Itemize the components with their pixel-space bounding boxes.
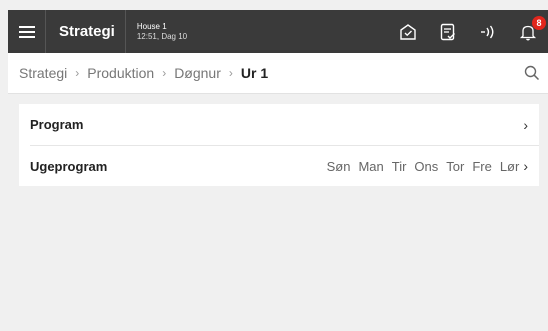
notifications-button[interactable]: 8 [508,10,548,53]
list-item-program[interactable]: Program › [19,104,539,145]
weekprogram-label: Ugeprogram [30,158,108,174]
breadcrumb-item-produktion[interactable]: Produktion [87,65,154,81]
app-title: Strategi [46,10,126,53]
chevron-right-icon: › [228,66,233,80]
settings-list: Program › Ugeprogram Søn Man Tir Ons Tor… [19,104,539,186]
document-check-icon [440,23,455,40]
day-label: Ons [414,158,439,174]
notification-badge: 8 [532,16,546,30]
app-frame: Strategi House 1 12:51, Dag 10 8 Strateg… [8,10,548,331]
top-icons: 8 [388,10,548,53]
house-status-button[interactable] [388,10,428,53]
weekdays: Søn Man Tir Ons Tor Fre Lør [327,159,520,174]
day-label: Man [358,158,384,174]
breadcrumb-current: Ur 1 [240,65,269,81]
house-info[interactable]: House 1 12:51, Dag 10 [126,22,187,42]
breadcrumb-item-strategi[interactable]: Strategi [19,65,67,81]
menu-button[interactable] [8,10,46,53]
house-name: House 1 [136,21,167,31]
day-label: Tor [446,158,465,174]
breadcrumb: Strategi › Produktion › Døgnur › Ur 1 [8,53,548,94]
day-label: Søn [326,158,351,174]
house-time: 12:51, Dag 10 [136,31,188,41]
menu-icon [18,25,35,38]
chevron-right-icon: › [523,116,528,133]
breadcrumb-item-dognur[interactable]: Døgnur [174,65,221,81]
day-label: Tir [391,158,407,174]
chevron-right-icon: › [523,158,528,174]
report-button[interactable] [428,10,468,53]
search-button[interactable] [524,65,540,86]
program-label: Program [30,117,84,132]
house-check-icon [400,23,416,40]
search-icon [524,65,540,81]
day-label: Lør [499,158,520,174]
breadcrumb-items: Strategi › Produktion › Døgnur › Ur 1 [8,65,268,81]
top-bar: Strategi House 1 12:51, Dag 10 8 [8,10,548,53]
signal-waves-icon [481,25,494,38]
list-item-weekprogram[interactable]: Ugeprogram Søn Man Tir Ons Tor Fre Lør › [30,145,539,186]
signal-button[interactable] [468,10,508,53]
chevron-right-icon: › [75,66,80,80]
chevron-right-icon: › [162,66,167,80]
day-label: Fre [472,158,492,174]
